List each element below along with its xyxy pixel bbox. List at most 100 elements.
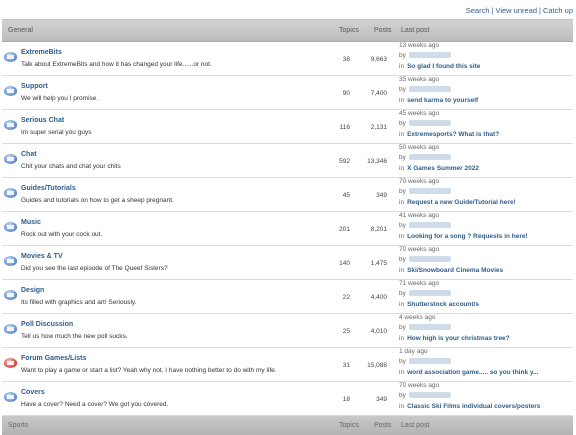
posts-count: 2,131: [370, 124, 387, 131]
last-post: 1 day ago by in word association game..... …: [399, 348, 574, 381]
last-post-author: by: [399, 86, 451, 93]
posts-count: 349: [376, 192, 387, 199]
posts-count: 4,010: [370, 328, 387, 335]
author-name-redacted[interactable]: [408, 222, 451, 229]
last-post-column-header: Last post: [401, 27, 430, 34]
forum-title-link[interactable]: Movies & TV: [21, 253, 63, 260]
forum-title-link[interactable]: Support: [21, 83, 48, 90]
last-post-topic-link[interactable]: word association game..... so you think …: [407, 369, 538, 376]
forum-description: Did you see the last episode of The Quee…: [21, 265, 168, 272]
author-name-redacted[interactable]: [408, 358, 451, 365]
in-label: in: [399, 301, 405, 308]
forum-description: Have a cover? Need a cover? We got you c…: [21, 401, 169, 408]
forum-row: Chat Chit your chats and chat your chits 5…: [2, 144, 573, 178]
forum-title-link[interactable]: Music: [21, 219, 41, 226]
forum-description: Its filled with graphics and art! Seriou…: [21, 299, 137, 306]
forum-description: We will help you I promise.: [21, 95, 99, 102]
last-post-topic-link[interactable]: Looking for a song ? Requests in here!: [407, 233, 528, 240]
author-name-redacted[interactable]: [408, 154, 451, 161]
by-label: by: [399, 358, 406, 365]
author-name-redacted[interactable]: [408, 188, 451, 195]
catch-up-link[interactable]: Catch up: [543, 6, 573, 15]
forum-title-link[interactable]: ExtremeBits: [21, 49, 62, 56]
last-post-topic: in Extremesports? What is that?: [399, 131, 499, 138]
by-label: by: [399, 256, 406, 263]
forum-read-icon: [4, 392, 17, 402]
last-post-time: 70 weeks ago: [399, 178, 440, 185]
author-name-redacted[interactable]: [408, 392, 451, 399]
last-post-topic-link[interactable]: Classic Ski Films individual covers/post…: [407, 403, 540, 410]
topics-count: 31: [342, 362, 350, 369]
last-post: 4 weeks ago by in How high is your christma…: [399, 314, 574, 347]
author-name-redacted[interactable]: [408, 290, 451, 297]
by-label: by: [399, 392, 406, 399]
forum-title-link[interactable]: Poll Discussion: [21, 321, 73, 328]
forum-description: Chit your chats and chat your chits: [21, 163, 121, 170]
last-post: 41 weeks ago by in Looking for a song ? Req…: [399, 212, 574, 245]
last-post-time: 41 weeks ago: [399, 212, 440, 219]
forum-description: Im super serial you guys: [21, 129, 92, 136]
last-post-topic-link[interactable]: Request a new Guide/Tutorial here!: [407, 199, 516, 206]
last-post-topic: in word association game..... so you thin…: [399, 369, 538, 376]
author-name-redacted[interactable]: [408, 52, 451, 59]
last-post-author: by: [399, 290, 451, 297]
posts-count: 8,201: [370, 226, 387, 233]
last-post-author: by: [399, 324, 451, 331]
last-post-topic-link[interactable]: Shutterstock account/s: [407, 301, 479, 308]
last-post-topic: in Shutterstock account/s: [399, 301, 479, 308]
last-post-time: 13 weeks ago: [399, 42, 440, 49]
last-post-topic-link[interactable]: So glad I found this site: [407, 63, 480, 70]
last-post-topic-link[interactable]: Ski/Snowboard Cinema Movies: [407, 267, 503, 274]
forum-title-link[interactable]: Chat: [21, 151, 37, 158]
forum-row: Serious Chat Im super serial you guys 116 2…: [2, 110, 573, 144]
last-post-author: by: [399, 256, 451, 263]
last-post-topic-link[interactable]: send karma to yourself: [407, 97, 478, 104]
posts-count: 1,475: [370, 260, 387, 267]
topics-count: 45: [342, 192, 350, 199]
topics-count: 592: [339, 158, 350, 165]
last-post-topic-link[interactable]: How high is your christmas tree?: [407, 335, 510, 342]
forum-read-icon: [4, 290, 17, 300]
forum-read-icon: [4, 86, 17, 96]
forum-row: ExtremeBits Talk about ExtremeBits and ho…: [2, 42, 573, 76]
forum-row: Music Rock out with your cock out. 201 8,20…: [2, 212, 573, 246]
by-label: by: [399, 154, 406, 161]
topics-count: 201: [339, 226, 350, 233]
forum-title-link[interactable]: Guides/Tutorials: [21, 185, 76, 192]
category-header: General Topics Posts Last post: [2, 19, 573, 42]
forum-row: Forum Games/Lists Want to play a game or …: [2, 348, 573, 382]
last-post-author: by: [399, 188, 451, 195]
author-name-redacted[interactable]: [408, 256, 451, 263]
forum-read-icon: [4, 154, 17, 164]
forum-title-link[interactable]: Forum Games/Lists: [21, 355, 86, 362]
forum-title-link[interactable]: Serious Chat: [21, 117, 64, 124]
last-post-topic: in Classic Ski Films individual covers/po…: [399, 403, 540, 410]
search-link[interactable]: Search: [466, 6, 490, 15]
forum-title-link[interactable]: Design: [21, 287, 44, 294]
forum-description: Talk about ExtremeBits and how it has ch…: [21, 61, 212, 68]
author-name-redacted[interactable]: [408, 324, 451, 331]
author-name-redacted[interactable]: [408, 120, 451, 127]
last-post-time: 45 weeks ago: [399, 110, 440, 117]
forum-row: Design Its filled with graphics and art! …: [2, 280, 573, 314]
last-post: 13 weeks ago by in So glad I found this sit…: [399, 42, 574, 75]
last-post-author: by: [399, 358, 451, 365]
last-post-topic-link[interactable]: X Games Summer 2022: [407, 165, 479, 172]
forum-unread-icon: [4, 358, 17, 368]
forum-title-link[interactable]: Covers: [21, 389, 45, 396]
last-post: 35 weeks ago by in send karma to yourself: [399, 76, 574, 109]
posts-count: 15,088: [367, 362, 387, 369]
last-post: 50 weeks ago by in X Games Summer 2022: [399, 144, 574, 177]
last-post-topic: in X Games Summer 2022: [399, 165, 479, 172]
forum-read-icon: [4, 120, 17, 130]
last-post-time: 70 weeks ago: [399, 382, 440, 389]
posts-count: 349: [376, 396, 387, 403]
view-unread-link[interactable]: View unread: [495, 6, 537, 15]
last-post-topic-link[interactable]: Extremesports? What is that?: [407, 131, 499, 138]
forum-row: Poll Discussion Tell us how much the new …: [2, 314, 573, 348]
last-post: 45 weeks ago by in Extremesports? What is t…: [399, 110, 574, 143]
last-post-author: by: [399, 52, 451, 59]
forum-row: Guides/Tutorials Guides and tutorials on …: [2, 178, 573, 212]
by-label: by: [399, 188, 406, 195]
author-name-redacted[interactable]: [408, 86, 451, 93]
